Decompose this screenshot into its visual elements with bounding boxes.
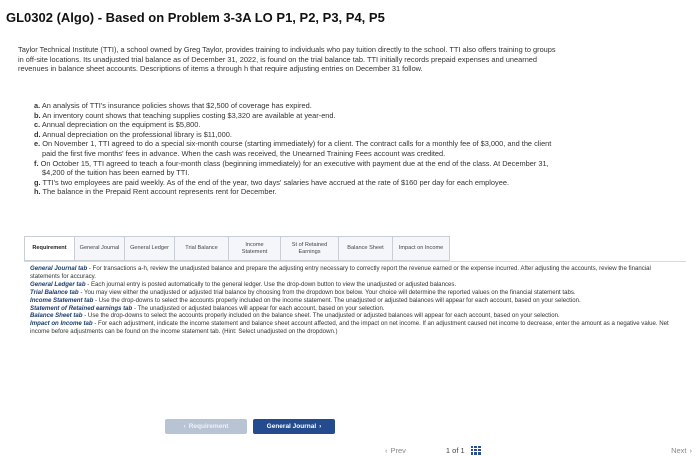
- instruction-label: Impact on Income tab: [30, 320, 93, 328]
- item-text: An inventory count shows that teaching s…: [42, 110, 336, 120]
- instruction-label: Balance Sheet tab: [30, 312, 83, 320]
- tab-requirement[interactable]: Requirement: [25, 237, 75, 260]
- instruction-text: - Use the drop-downs to select the accou…: [93, 296, 581, 304]
- list-item: g. TTI's two employees are paid weekly. …: [34, 178, 554, 188]
- item-letter: a.: [34, 101, 41, 110]
- item-letter: g.: [34, 177, 41, 187]
- item-letter: c.: [34, 120, 41, 130]
- worksheet-tabs: Requirement General Journal General Ledg…: [24, 236, 450, 261]
- list-item: e. On November 1, TTI agreed to do a spe…: [34, 139, 554, 158]
- instruction-text: - For transactions a-h, review the unadj…: [30, 265, 651, 280]
- tab-general-ledger[interactable]: General Ledger: [125, 237, 175, 260]
- chevron-left-icon: ‹: [385, 445, 388, 455]
- tab-impact-on-income[interactable]: Impact on Income: [393, 237, 449, 260]
- list-item: b. An inventory count shows that teachin…: [34, 111, 554, 121]
- next-page-link[interactable]: Next ›: [671, 446, 692, 455]
- next-tab-button[interactable]: General Journal ›: [253, 419, 335, 434]
- tab-navigation: ‹ Requirement General Journal ›: [165, 419, 335, 434]
- list-item: d. Annual depreciation on the profession…: [34, 130, 554, 140]
- instruction-paragraph: Statement of Retained earnings tab - The…: [30, 305, 680, 313]
- item-text: On November 1, TTI agreed to do a specia…: [42, 139, 552, 158]
- previous-tab-button[interactable]: ‹ Requirement: [165, 419, 247, 434]
- adjustment-items-list: a. An analysis of TTI's insurance polici…: [34, 101, 554, 197]
- prev-page-link[interactable]: ‹ Prev: [385, 446, 406, 455]
- item-letter: e.: [34, 139, 41, 149]
- prev-page-label: Prev: [390, 445, 406, 455]
- list-item: h. The balance in the Prepaid Rent accou…: [34, 187, 554, 197]
- instruction-paragraph: General Ledger tab - Each journal entry …: [30, 281, 680, 289]
- problem-intro: Taylor Technical Institute (TTI), a scho…: [18, 45, 556, 74]
- page-indicator: 1 of 1: [445, 445, 465, 455]
- instruction-label: General Journal tab: [30, 265, 88, 272]
- instruction-paragraph: Trial Balance tab - You may view either …: [30, 289, 680, 297]
- item-text: The balance in the Prepaid Rent account …: [42, 187, 277, 197]
- instruction-label: Income Statement tab: [30, 296, 94, 304]
- chevron-left-icon: ‹: [183, 423, 186, 430]
- requirement-instructions: General Journal tab - For transactions a…: [24, 261, 686, 406]
- previous-tab-label: Requirement: [188, 423, 229, 430]
- item-letter: f.: [34, 158, 39, 168]
- instruction-paragraph: Balance Sheet tab - Use the drop-downs t…: [30, 312, 680, 320]
- instruction-label: General Ledger tab: [30, 280, 86, 288]
- item-text: Annual depreciation on the equipment is …: [41, 120, 201, 130]
- next-tab-label: General Journal: [266, 423, 317, 430]
- chevron-right-icon: ›: [319, 423, 322, 430]
- grid-icon[interactable]: [470, 445, 481, 455]
- tab-retained-earnings[interactable]: St of Retained Earnings: [281, 237, 339, 260]
- instruction-text: - The unadjusted or adjusted balances wi…: [132, 304, 385, 312]
- instruction-paragraph: Impact on Income tab - For each adjustme…: [30, 320, 680, 336]
- instruction-text: - You may view either the unadjusted or …: [78, 288, 576, 296]
- item-letter: h.: [34, 187, 41, 197]
- instruction-paragraph: General Journal tab - For transactions a…: [30, 265, 680, 281]
- instruction-text: - Each journal entry is posted automatic…: [85, 280, 457, 288]
- item-text: TTI's two employees are paid weekly. As …: [42, 177, 510, 187]
- item-letter: b.: [34, 110, 41, 120]
- next-page-label: Next: [671, 445, 687, 455]
- list-item: c. Annual depreciation on the equipment …: [34, 120, 554, 130]
- instruction-label: Trial Balance tab: [30, 288, 79, 296]
- instruction-text: - For each adjustment, indicate the inco…: [30, 320, 669, 336]
- item-text: An analysis of TTI's insurance policies …: [41, 101, 312, 110]
- list-item: a. An analysis of TTI's insurance polici…: [34, 101, 554, 111]
- instruction-text: - Use the drop-downs to select the accou…: [82, 312, 560, 320]
- tab-general-journal[interactable]: General Journal: [75, 237, 125, 260]
- chevron-right-icon: ›: [689, 445, 693, 455]
- tab-balance-sheet[interactable]: Balance Sheet: [339, 237, 393, 260]
- tab-trial-balance[interactable]: Trial Balance: [175, 237, 229, 260]
- item-text: Annual depreciation on the professional …: [42, 129, 232, 139]
- instruction-label: Statement of Retained earnings tab: [30, 304, 133, 312]
- page-title: GL0302 (Algo) - Based on Problem 3-3A LO…: [6, 10, 385, 25]
- pagination-bar: ‹ Prev 1 of 1 Next ›: [385, 444, 700, 456]
- list-item: f. On October 15, TTI agreed to teach a …: [34, 159, 554, 178]
- instruction-paragraph: Income Statement tab - Use the drop-down…: [30, 297, 680, 305]
- tab-income-statement[interactable]: Income Statement: [229, 237, 281, 260]
- item-letter: d.: [34, 129, 41, 139]
- item-text: On October 15, TTI agreed to teach a fou…: [40, 158, 549, 178]
